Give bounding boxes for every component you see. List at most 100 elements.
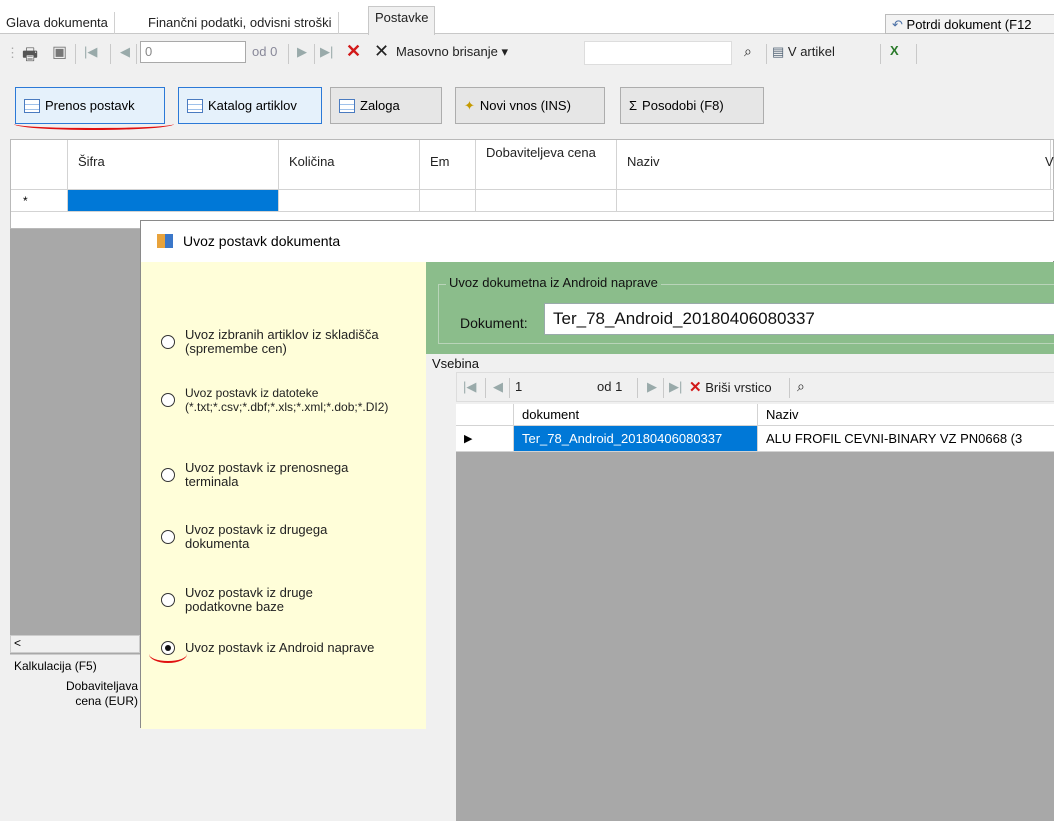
android-group-label: Uvoz dokumetna iz Android naprave (446, 275, 661, 290)
confirm-icon: ↶ (892, 17, 903, 32)
option-label[interactable]: Uvoz postavk iz datoteke (*.txt;*.csv;*.… (185, 386, 435, 414)
option-label[interactable]: Uvoz postavk iz druge podatkovne baze (185, 586, 355, 614)
import-items-dialog: Uvoz postavk dokumenta Uvoz izbranih art… (140, 220, 1054, 821)
mass-delete-button[interactable]: Masovno brisanje ▾ (396, 44, 508, 60)
column-header-dobaviteljeva-cena[interactable]: Dobaviteljeva cena (476, 140, 617, 190)
option-label[interactable]: Uvoz izbranih artiklov iz skladišča (spr… (185, 328, 405, 356)
last-record-icon[interactable]: ▶| (669, 379, 682, 395)
grid-cell[interactable] (420, 190, 476, 212)
calculation-tab[interactable]: Kalkulacija (F5) (14, 659, 97, 673)
grid-cell[interactable] (476, 190, 617, 212)
grip-icon: ⋮ (6, 45, 19, 60)
first-record-icon[interactable]: |◀ (84, 44, 97, 60)
horizontal-scrollbar[interactable]: < (10, 635, 140, 653)
grid-corner-header (11, 140, 68, 190)
column-header-naziv[interactable]: Naziv (617, 140, 1051, 190)
option-label[interactable]: Uvoz postavk iz Android naprave (185, 641, 425, 655)
transfer-icon (24, 98, 40, 113)
stock-label: Zaloga (360, 98, 400, 113)
column-header-kolicina[interactable]: Količina (279, 140, 420, 190)
confirm-document-button[interactable]: ↶ Potrdi dokument (F12 (885, 14, 1054, 34)
sigma-icon: Σ (629, 98, 638, 113)
red-underline-annotation (149, 645, 187, 663)
column-header-em[interactable]: Em (420, 140, 476, 190)
items-grid[interactable]: Šifra Količina Em Dobaviteljeva cena Naz… (10, 139, 1054, 229)
separator (789, 378, 790, 398)
content-count-label: od 1 (597, 379, 623, 394)
grid-cell[interactable] (617, 190, 1054, 212)
calculation-panel: Kalkulacija (F5) Dobaviteljava cena (EUR… (10, 654, 140, 728)
content-section: Vsebina |◀ ◀ 1 od 1 ▶ ▶| ✕ Briši vrstico… (426, 354, 1054, 821)
red-underline-annotation (14, 118, 174, 130)
grid-cell[interactable] (279, 190, 420, 212)
preview-icon[interactable]: ▣ (52, 42, 67, 62)
radio-warehouse-articles[interactable] (161, 335, 175, 349)
radio-other-document[interactable] (161, 530, 175, 544)
last-record-icon[interactable]: ▶| (320, 44, 333, 60)
scroll-left-icon[interactable]: < (14, 636, 21, 650)
separator (637, 378, 638, 398)
article-catalog-label: Katalog artiklov (208, 98, 297, 113)
content-position-value[interactable]: 1 (515, 379, 522, 394)
new-entry-button[interactable]: ✦ Novi vnos (INS) (455, 87, 605, 124)
column-header-v[interactable]: V (1041, 140, 1054, 190)
confirm-label: Potrdi dokument (F12 (906, 17, 1032, 32)
column-header-dokument[interactable]: dokument (514, 404, 758, 426)
new-entry-icon: ✦ (464, 97, 475, 113)
dialog-title: Uvoz postavk dokumenta (183, 233, 341, 249)
separator (288, 44, 289, 64)
separator (509, 378, 510, 398)
option-label[interactable]: Uvoz postavk iz prenosnega terminala (185, 461, 385, 489)
print-icon[interactable]: 🖶 (22, 42, 38, 71)
tab-financni-podatki[interactable]: Finančni podatki, odvisni stroški (142, 12, 339, 34)
binoculars-icon[interactable]: ⌕ (744, 43, 752, 60)
tab-strip: Glava dokumenta Finančni podatki, odvisn… (0, 0, 1054, 35)
binoculars-icon[interactable]: ⌕ (797, 378, 805, 395)
radio-terminal-import[interactable] (161, 468, 175, 482)
content-grid[interactable]: dokument Naziv ▶ Ter_78_Android_20180406… (456, 404, 1054, 821)
first-record-icon[interactable]: |◀ (463, 379, 476, 395)
search-field[interactable] (584, 41, 732, 65)
record-position-input[interactable]: 0 (140, 41, 246, 63)
separator (485, 378, 486, 398)
radio-other-database[interactable] (161, 593, 175, 607)
delete-row-icon: ✕ (689, 379, 702, 396)
separator (136, 44, 137, 64)
separator (766, 44, 767, 64)
to-article-label: V artikel (787, 44, 835, 59)
next-record-icon[interactable]: ▶ (297, 44, 307, 60)
separator (314, 44, 315, 64)
cell-dokument[interactable]: Ter_78_Android_20180406080337 (514, 426, 758, 452)
prev-record-icon[interactable]: ◀ (493, 379, 503, 395)
column-header-naziv[interactable]: Naziv (758, 404, 1054, 426)
tab-postavke[interactable]: Postavke (368, 6, 436, 35)
content-toolbar: |◀ ◀ 1 od 1 ▶ ▶| ✕ Briši vrstico ⌕ (456, 372, 1054, 402)
delete-icon[interactable]: ✕ (346, 41, 361, 62)
excel-icon[interactable]: X (890, 43, 899, 58)
delete-row-button[interactable]: ✕ Briši vrstico (689, 378, 772, 396)
catalog-icon (187, 98, 203, 113)
android-group-background: Uvoz dokumetna iz Android naprave Dokume… (426, 262, 1054, 354)
next-record-icon[interactable]: ▶ (647, 379, 657, 395)
article-catalog-button[interactable]: Katalog artiklov (178, 87, 322, 124)
delete-row-label: Briši vrstico (705, 380, 772, 395)
column-header-sifra[interactable]: Šifra (68, 140, 279, 190)
supplier-price-label: Dobaviteljava cena (EUR) (65, 679, 138, 708)
update-label: Posodobi (F8) (642, 98, 724, 113)
record-count-label: od 0 (252, 44, 278, 59)
document-field[interactable]: Ter_78_Android_20180406080337 (544, 303, 1054, 335)
new-row-marker: * (11, 190, 68, 212)
transfer-items-label: Prenos postavk (45, 98, 135, 113)
cell-naziv[interactable]: ALU FROFIL CEVNI-BINARY VZ PN0668 (3 (758, 426, 1054, 452)
to-article-button[interactable]: ▤ V artikel (772, 44, 835, 60)
update-button[interactable]: Σ Posodobi (F8) (620, 87, 764, 124)
radio-file-import[interactable] (161, 393, 175, 407)
prev-record-icon[interactable]: ◀ (120, 44, 130, 60)
selected-cell-sifra[interactable] (68, 190, 279, 212)
stock-button[interactable]: Zaloga (330, 87, 442, 124)
tab-glava-dokumenta[interactable]: Glava dokumenta (0, 12, 115, 34)
separator (880, 44, 881, 64)
option-label[interactable]: Uvoz postavk iz drugega dokumenta (185, 523, 355, 551)
content-label: Vsebina (432, 356, 479, 371)
separator (916, 44, 917, 64)
